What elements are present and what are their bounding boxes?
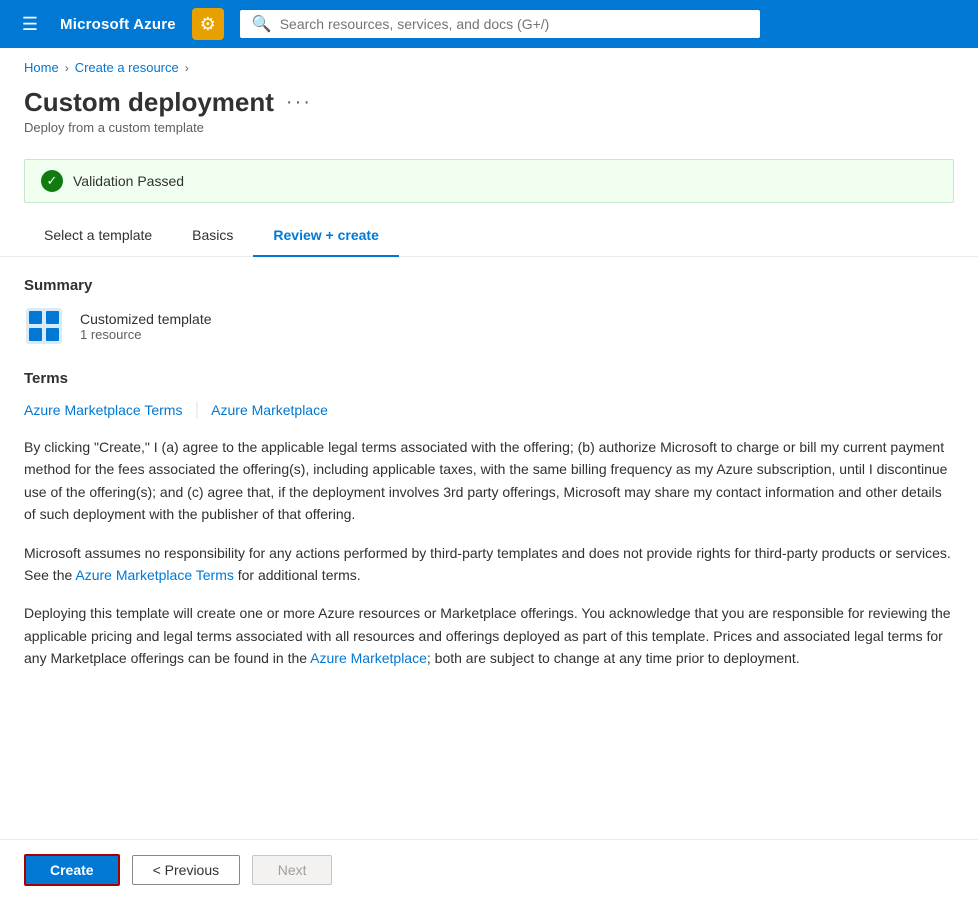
breadcrumb-sep-1: › [65,61,69,75]
footer: Create < Previous Next [0,839,978,899]
azure-marketplace-link[interactable]: Azure Marketplace [211,402,328,418]
top-navigation: ☰ Microsoft Azure ⚙ 🔍 [0,0,978,48]
terms-p2-link[interactable]: Azure Marketplace Terms [75,567,233,583]
tab-review-create[interactable]: Review + create [253,215,398,257]
terms-paragraph-1: By clicking "Create," I (a) agree to the… [24,436,954,526]
content-area: Summary Customized template 1 resource T… [0,257,978,706]
tab-basics[interactable]: Basics [172,215,253,257]
tabs-container: Select a template Basics Review + create [0,215,978,257]
summary-text: Customized template 1 resource [80,311,212,342]
create-button[interactable]: Create [24,854,120,886]
search-icon: 🔍 [252,14,272,34]
terms-section: Terms Azure Marketplace Terms | Azure Ma… [24,370,954,670]
search-input[interactable] [280,16,748,32]
summary-section: Summary Customized template 1 resource [24,277,954,346]
template-name: Customized template [80,311,212,327]
summary-title: Summary [24,277,954,294]
terms-title: Terms [24,370,954,387]
main-scroll-area: Home › Create a resource › Custom deploy… [0,48,978,839]
validation-banner: ✓ Validation Passed [24,159,954,203]
page-subtitle: Deploy from a custom template [24,120,954,135]
terms-links: Azure Marketplace Terms | Azure Marketpl… [24,399,954,420]
terms-p2-end: for additional terms. [234,567,361,583]
breadcrumb-home[interactable]: Home [24,60,59,75]
breadcrumb: Home › Create a resource › [0,48,978,79]
validation-check-icon: ✓ [41,170,63,192]
app-title: Microsoft Azure [60,16,176,33]
page-title: Custom deployment [24,87,274,118]
next-button: Next [252,855,332,885]
hamburger-menu-icon[interactable]: ☰ [16,14,44,35]
terms-paragraph-3: Deploying this template will create one … [24,602,954,669]
breadcrumb-sep-2: › [185,61,189,75]
validation-message: Validation Passed [73,173,184,189]
terms-p3-link[interactable]: Azure Marketplace [310,650,427,666]
terms-paragraph-2: Microsoft assumes no responsibility for … [24,542,954,587]
page-header: Custom deployment ··· Deploy from a cust… [0,79,978,147]
settings-badge-icon[interactable]: ⚙ [192,8,224,40]
azure-marketplace-terms-link[interactable]: Azure Marketplace Terms [24,402,182,418]
template-icon [24,306,64,346]
terms-divider: | [194,399,199,420]
search-bar[interactable]: 🔍 [240,10,760,38]
breadcrumb-create-resource[interactable]: Create a resource [75,60,179,75]
gear-icon: ⚙ [200,14,216,35]
page-menu-dots[interactable]: ··· [286,91,312,114]
resource-count: 1 resource [80,327,212,342]
tab-select-template[interactable]: Select a template [24,215,172,257]
previous-button[interactable]: < Previous [132,855,241,885]
summary-card: Customized template 1 resource [24,306,954,346]
terms-p3-end: ; both are subject to change at any time… [427,650,800,666]
